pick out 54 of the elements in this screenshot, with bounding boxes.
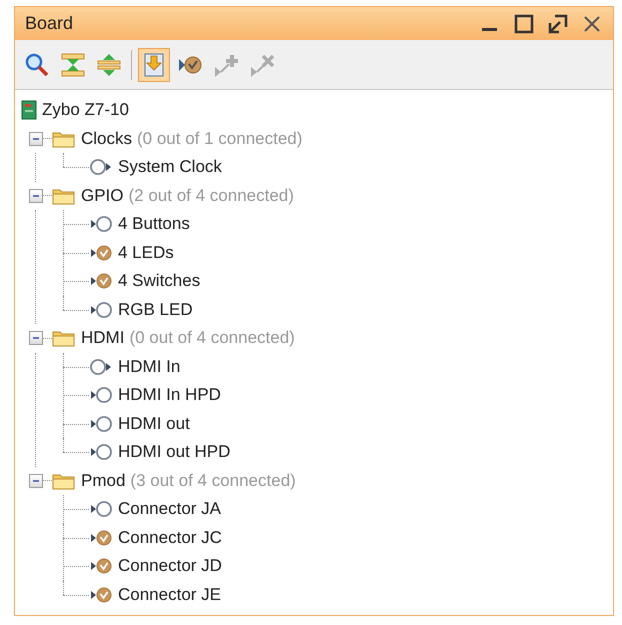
tree-item[interactable]: Connector JA [36,495,607,524]
tree-label: HDMI In HPD [118,385,221,406]
collapse-toggle-icon[interactable] [29,132,43,146]
tree-item[interactable]: HDMI In [36,352,607,381]
board-icon [21,100,37,120]
folder-icon [52,130,76,148]
tree-label: 4 LEDs [118,242,174,263]
panel-title: Board [25,13,74,34]
tree-item[interactable]: 4 Buttons [36,210,607,238]
tree-item[interactable]: Pmod (3 out of 4 connected) [21,466,607,495]
tree-label: Connector JE [118,584,221,605]
connection-status: (0 out of 4 connected) [129,328,295,348]
tree-label: GPIO [81,186,124,206]
tree-item[interactable]: 4 Switches [36,267,607,296]
document-arrow-button[interactable] [138,48,170,82]
tree-label: Clocks [81,128,132,149]
tree-item[interactable]: HDMI out [36,410,607,438]
tree-item[interactable]: RGB LED [36,296,607,324]
collapse-toggle-icon[interactable] [29,474,43,488]
tree-label: HDMI In [118,356,180,377]
tree-item[interactable]: System Clock [36,153,607,182]
tree-item[interactable]: Connector JD [36,552,607,580]
tree-item[interactable]: HDMI In HPD [36,381,607,410]
restore-icon[interactable] [547,12,569,35]
folder-icon [52,186,76,205]
tree-item[interactable]: HDMI (0 out of 4 connected) [21,324,607,352]
tree-label: Connector JC [118,528,222,548]
tree-label: HDMI out [118,414,190,434]
connection-status: (2 out of 4 connected) [128,186,294,206]
collapse-toggle-icon[interactable] [29,331,43,346]
collapse-toggle-icon[interactable] [29,188,43,203]
tree-label: Zybo Z7-10 [42,100,129,120]
maximize-icon[interactable] [513,12,535,35]
tree-label: Pmod [81,470,126,491]
tree-item[interactable]: 4 LEDs [36,238,607,267]
tree-label: Connector JA [118,499,221,520]
tree-label: RGB LED [118,300,193,320]
tree-label: 4 Switches [118,271,200,292]
connection-status: (3 out of 4 connected) [130,470,296,491]
tree-item[interactable]: Connector JE [36,580,607,609]
folder-icon [52,472,76,490]
tree-item[interactable]: GPIO (2 out of 4 connected) [21,182,607,210]
tree-item[interactable]: HDMI out HPD [36,438,607,466]
tree-label: HDMI out HPD [118,442,230,462]
tree-item[interactable]: Clocks (0 out of 1 connected) [21,124,607,153]
tree-label: HDMI [81,328,124,348]
tree-item[interactable]: Connector JC [36,524,607,552]
folder-icon [52,329,76,348]
tree-label: Connector JD [118,556,222,576]
collapse-all-icon [59,50,87,79]
connection-status: (0 out of 1 connected) [137,128,302,149]
tree-label: System Clock [118,157,222,178]
tree-label: 4 Buttons [118,214,190,234]
tree-item[interactable]: Zybo Z7-10 [21,96,607,124]
